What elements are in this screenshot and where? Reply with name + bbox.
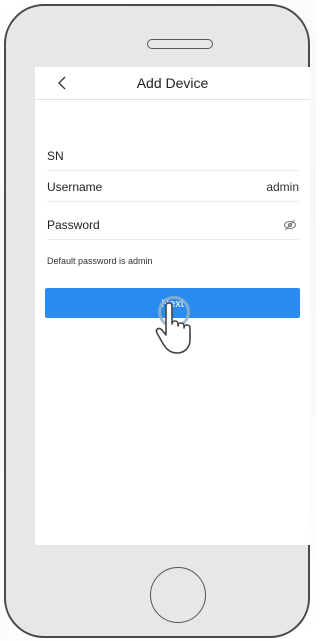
divider <box>47 201 299 202</box>
divider <box>47 170 299 171</box>
sn-label: SN <box>47 149 64 163</box>
divider <box>47 239 299 240</box>
sn-field[interactable]: SN <box>47 141 299 171</box>
tap-hand-icon <box>155 302 191 354</box>
page-title: Add Device <box>136 75 209 91</box>
username-value[interactable]: admin <box>266 180 299 194</box>
phone-speaker <box>147 39 213 49</box>
username-label: Username <box>47 180 103 194</box>
password-field[interactable]: Password <box>47 210 299 240</box>
home-button[interactable] <box>150 567 206 623</box>
eye-off-icon[interactable] <box>283 219 297 231</box>
password-label: Password <box>47 218 100 232</box>
username-field[interactable]: Username admin <box>47 172 299 202</box>
nav-bar: Add Device <box>35 67 310 100</box>
password-hint: Default password is admin <box>47 256 153 266</box>
